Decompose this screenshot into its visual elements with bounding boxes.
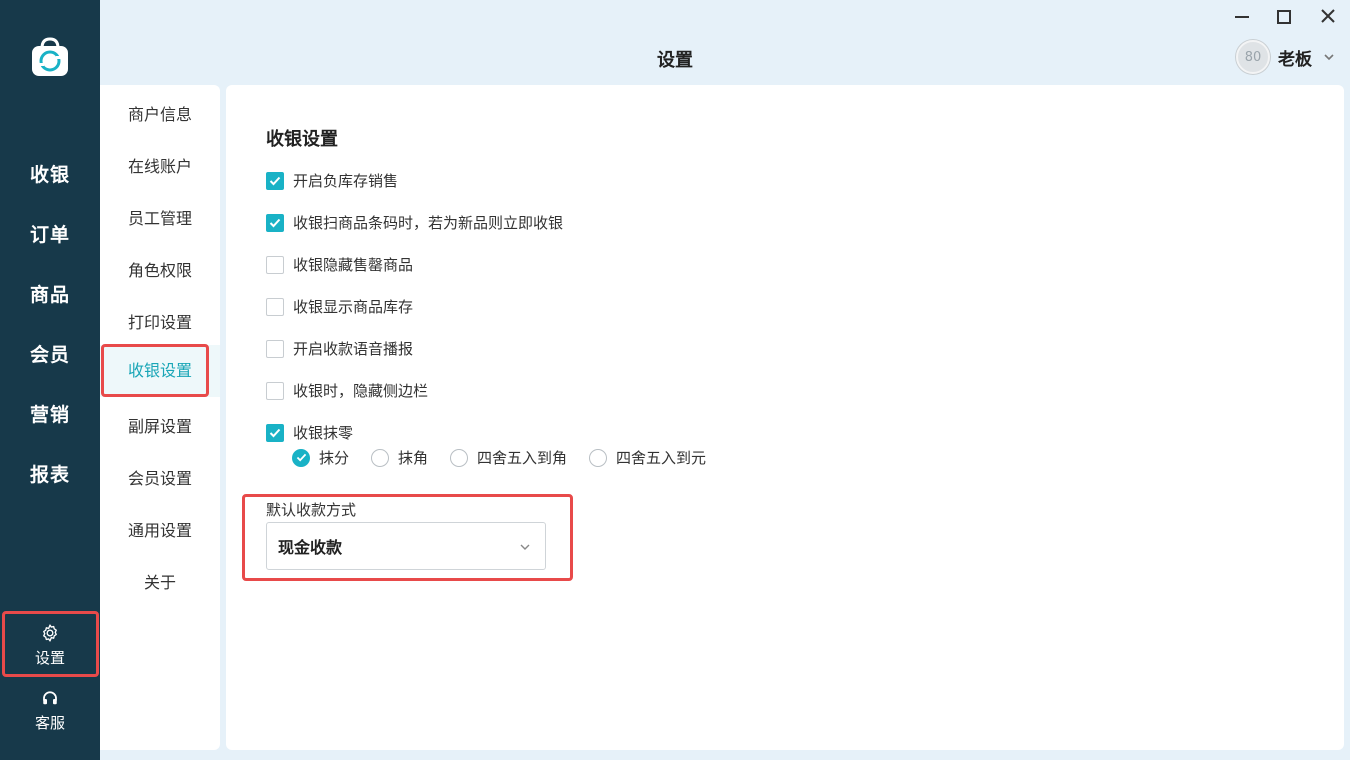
option-voice-broadcast[interactable]: 开启收款语音播报 — [266, 338, 413, 359]
close-icon[interactable] — [1316, 6, 1340, 28]
user-name: 老板 — [1278, 49, 1312, 70]
submenu-item-merchant-info[interactable]: 商户信息 — [100, 101, 220, 125]
checkbox[interactable] — [266, 171, 284, 190]
maximize-icon[interactable] — [1272, 6, 1296, 28]
radio-round-jiao[interactable]: 抹角 — [371, 447, 428, 468]
highlight-box-cashier — [101, 344, 209, 397]
option-label: 收银隐藏售罄商品 — [293, 256, 414, 274]
nav-cashier[interactable]: 收银 — [0, 160, 100, 187]
radio-label: 四舍五入到元 — [616, 449, 707, 467]
nav-customer-service-label: 客服 — [34, 714, 65, 732]
highlight-box-settings — [2, 611, 99, 677]
checkbox[interactable] — [266, 297, 284, 316]
option-label: 收银时，隐藏侧边栏 — [293, 382, 429, 400]
nav-reports[interactable]: 报表 — [0, 460, 100, 487]
radio-button[interactable] — [292, 448, 310, 467]
checkbox[interactable] — [266, 423, 284, 442]
radio-label: 抹角 — [398, 449, 429, 467]
radio-button[interactable] — [589, 448, 608, 467]
settings-submenu: 商户信息 在线账户 员工管理 角色权限 打印设置 收银设置 副屏设置 会员设置 … — [100, 85, 220, 750]
minimize-icon[interactable] — [1230, 6, 1254, 28]
option-label: 收银抹零 — [293, 424, 354, 442]
rounding-radio-group: 抹分 抹角 四舍五入到角 四舍五入到元 — [292, 447, 728, 468]
nav-marketing[interactable]: 营销 — [0, 400, 100, 427]
avatar: 80 — [1236, 40, 1270, 74]
user-menu[interactable]: 80 老板 — [1236, 40, 1336, 74]
submenu-item-online-account[interactable]: 在线账户 — [100, 153, 220, 177]
cashier-settings-panel: 收银设置 开启负库存销售 收银扫商品条码时，若为新品则立即收银 收银隐藏售罄商品… — [226, 85, 1344, 750]
radio-round-to-jiao[interactable]: 四舍五入到角 — [450, 447, 567, 468]
submenu-item-print[interactable]: 打印设置 — [100, 309, 220, 333]
option-label: 开启负库存销售 — [293, 172, 399, 190]
option-negative-stock[interactable]: 开启负库存销售 — [266, 170, 398, 191]
nav-products[interactable]: 商品 — [0, 280, 100, 307]
app-logo-icon — [32, 37, 68, 76]
submenu-item-member[interactable]: 会员设置 — [100, 465, 220, 489]
option-scan-new-item[interactable]: 收银扫商品条码时，若为新品则立即收银 — [266, 212, 563, 233]
check-icon — [269, 218, 281, 227]
radio-button[interactable] — [450, 448, 469, 467]
checkbox[interactable] — [266, 213, 284, 232]
option-hide-sidebar[interactable]: 收银时，隐藏侧边栏 — [266, 380, 428, 401]
chevron-down-icon — [1324, 54, 1334, 61]
option-show-stock[interactable]: 收银显示商品库存 — [266, 296, 413, 317]
check-icon — [269, 176, 281, 185]
option-label: 收银显示商品库存 — [293, 298, 414, 316]
submenu-item-staff[interactable]: 员工管理 — [100, 205, 220, 229]
page-title: 设置 — [657, 50, 693, 71]
nav-members[interactable]: 会员 — [0, 340, 100, 367]
check-icon — [269, 428, 281, 437]
radio-label: 四舍五入到角 — [477, 449, 568, 467]
checkbox[interactable] — [266, 339, 284, 358]
headset-icon — [43, 691, 57, 705]
submenu-item-roles[interactable]: 角色权限 — [100, 257, 220, 281]
submenu-item-about[interactable]: 关于 — [100, 569, 220, 593]
check-icon — [296, 453, 306, 462]
section-title: 收银设置 — [266, 129, 338, 150]
option-hide-sold-out[interactable]: 收银隐藏售罄商品 — [266, 254, 413, 275]
radio-button[interactable] — [371, 448, 390, 467]
highlight-box-default-payment — [242, 494, 573, 581]
submenu-item-general[interactable]: 通用设置 — [100, 517, 220, 541]
checkbox[interactable] — [266, 255, 284, 274]
option-label: 收银扫商品条码时，若为新品则立即收银 — [293, 214, 564, 232]
radio-label: 抹分 — [319, 449, 350, 467]
checkbox[interactable] — [266, 381, 284, 400]
nav-customer-service[interactable]: 客服 — [0, 690, 100, 733]
radio-round-to-yuan[interactable]: 四舍五入到元 — [589, 447, 706, 468]
radio-round-cent[interactable]: 抹分 — [292, 447, 349, 468]
option-label: 开启收款语音播报 — [293, 340, 414, 358]
nav-orders[interactable]: 订单 — [0, 220, 100, 247]
submenu-item-second-screen[interactable]: 副屏设置 — [100, 413, 220, 437]
option-rounding[interactable]: 收银抹零 — [266, 422, 353, 443]
